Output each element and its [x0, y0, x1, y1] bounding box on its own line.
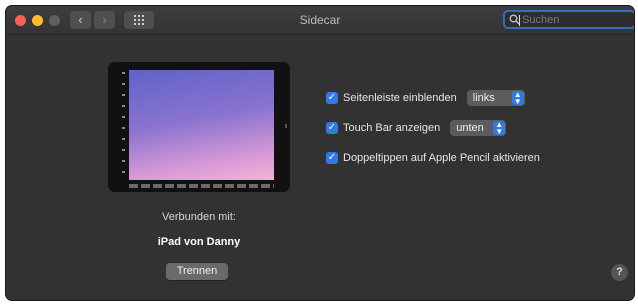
sidebar-position-value: links [472, 92, 495, 104]
option-pencil-double-tap: ✓ Doppeltippen auf Apple Pencil aktivier… [326, 150, 540, 166]
touch-bar-indicator [129, 184, 274, 188]
touch-bar-position-value: unten [456, 122, 484, 134]
search-placeholder: Suchen [522, 14, 560, 26]
show-touch-bar-label: Touch Bar anzeigen [343, 122, 441, 134]
title-bar: ‹ › Sidecar Suchen [6, 6, 634, 35]
preferences-window: ‹ › Sidecar Suchen Verbunden mit: iPad v… [6, 6, 634, 300]
pencil-double-tap-checkbox[interactable]: ✓ [326, 152, 338, 164]
chevron-updown-icon: ▲ ▼ [493, 121, 506, 136]
chevron-updown-icon: ▲ ▼ [511, 91, 524, 106]
option-show-touch-bar: ✓ Touch Bar anzeigen unten ▲ ▼ [326, 120, 507, 136]
ipad-button [285, 124, 287, 128]
connected-label: Verbunden mit: [162, 211, 236, 223]
show-sidebar-checkbox[interactable]: ✓ [326, 92, 338, 104]
pencil-double-tap-label: Doppeltippen auf Apple Pencil aktivieren [343, 152, 540, 164]
touch-bar-position-popup[interactable]: unten ▲ ▼ [450, 120, 507, 136]
help-button[interactable]: ? [611, 264, 628, 281]
sidebar-position-popup[interactable]: links ▲ ▼ [466, 90, 525, 106]
text-cursor [519, 15, 520, 26]
show-sidebar-label: Seitenleiste einblenden [343, 92, 457, 104]
device-name: iPad von Danny [157, 236, 241, 248]
ipad-preview-image [108, 62, 290, 192]
option-show-sidebar: ✓ Seitenleiste einblenden links ▲ ▼ [326, 90, 525, 106]
show-touch-bar-checkbox[interactable]: ✓ [326, 122, 338, 134]
sidebar-indicator [121, 72, 127, 180]
disconnect-button[interactable]: Trennen [166, 263, 228, 280]
search-input[interactable]: Suchen [503, 10, 634, 29]
ipad-screen [129, 70, 274, 180]
